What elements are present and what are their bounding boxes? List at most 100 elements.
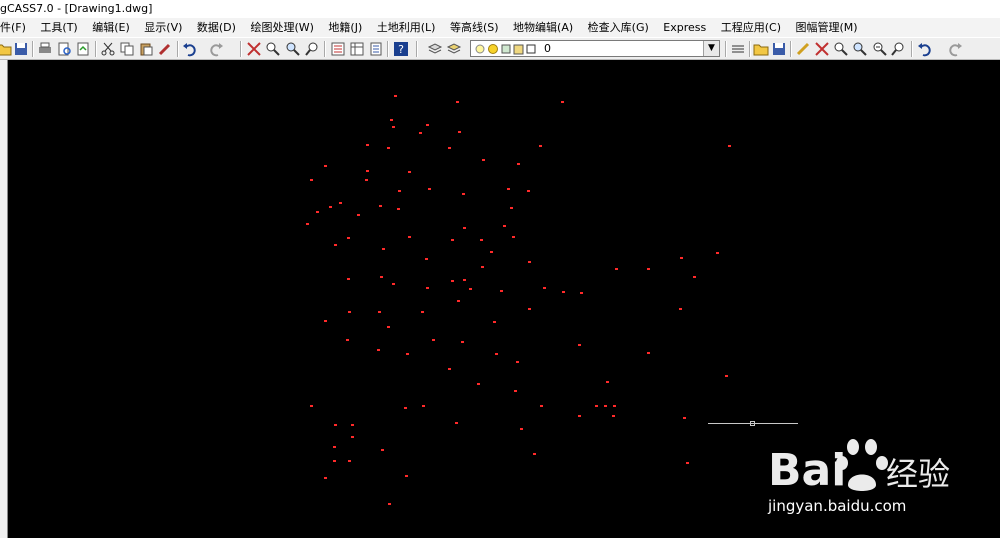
- survey-point: [456, 101, 459, 103]
- survey-point: [357, 214, 360, 216]
- survey-point: [428, 188, 431, 190]
- zoom2-icon[interactable]: [833, 41, 849, 57]
- menu-edit[interactable]: 编辑(E): [86, 18, 135, 37]
- tool-palette-icon[interactable]: [368, 41, 384, 57]
- survey-point: [398, 190, 401, 192]
- survey-point: [426, 124, 429, 126]
- save-icon[interactable]: [13, 41, 29, 57]
- survey-point: [382, 248, 385, 250]
- lineweight-icon[interactable]: [730, 41, 746, 57]
- survey-point: [388, 503, 391, 505]
- survey-point: [490, 251, 493, 253]
- survey-point: [528, 261, 531, 263]
- design-center-icon[interactable]: [349, 41, 365, 57]
- survey-point: [463, 227, 466, 229]
- publish-icon[interactable]: [75, 41, 91, 57]
- cut-icon[interactable]: [100, 41, 116, 57]
- watermark-url: jingyan.baidu.com: [768, 497, 907, 515]
- match-prop-icon[interactable]: [157, 41, 173, 57]
- zoom-out-icon[interactable]: [872, 41, 888, 57]
- survey-point: [377, 349, 380, 351]
- layer-manager-icon[interactable]: [427, 41, 443, 57]
- survey-point: [324, 320, 327, 322]
- survey-point: [543, 287, 546, 289]
- survey-point: [595, 405, 598, 407]
- menu-sheet-manage[interactable]: 图幅管理(M): [789, 18, 862, 37]
- zoom-in-icon[interactable]: [852, 41, 868, 57]
- survey-point: [679, 308, 682, 310]
- pencil-icon[interactable]: [795, 41, 811, 57]
- survey-point: [406, 353, 409, 355]
- survey-point: [451, 239, 454, 241]
- survey-point: [725, 375, 728, 377]
- survey-point: [348, 460, 351, 462]
- undo2-icon[interactable]: [917, 41, 933, 57]
- survey-point: [728, 145, 731, 147]
- print-icon[interactable]: [37, 41, 53, 57]
- paste-icon[interactable]: [138, 41, 154, 57]
- survey-point: [493, 321, 496, 323]
- layer-combo[interactable]: 0 ▼: [470, 40, 720, 57]
- survey-point: [578, 415, 581, 417]
- survey-point: [421, 311, 424, 313]
- menu-file[interactable]: 件(F): [0, 18, 31, 37]
- survey-point: [647, 352, 650, 354]
- survey-point: [481, 266, 484, 268]
- layer-previous-icon[interactable]: [446, 41, 462, 57]
- zoom-realtime-icon[interactable]: [265, 41, 281, 57]
- menu-tools[interactable]: 工具(T): [34, 18, 82, 37]
- open-icon[interactable]: [0, 41, 12, 57]
- survey-point: [693, 276, 696, 278]
- copy-icon[interactable]: [119, 41, 135, 57]
- zoom-prev2-icon[interactable]: [891, 41, 907, 57]
- svg-text:?: ?: [398, 43, 404, 56]
- undo-icon[interactable]: [182, 41, 198, 57]
- survey-point: [680, 257, 683, 259]
- survey-point: [390, 119, 393, 121]
- survey-point: [458, 131, 461, 133]
- survey-point: [366, 170, 369, 172]
- menu-view[interactable]: 显示(V): [138, 18, 187, 37]
- survey-point: [392, 126, 395, 128]
- survey-point: [562, 291, 565, 293]
- survey-point: [514, 390, 517, 392]
- survey-point: [613, 405, 616, 407]
- survey-point: [683, 417, 686, 419]
- survey-point: [333, 460, 336, 462]
- menu-data[interactable]: 数据(D): [191, 18, 241, 37]
- zoom-window-icon[interactable]: [285, 41, 301, 57]
- pan-icon[interactable]: [246, 41, 262, 57]
- survey-point: [647, 268, 650, 270]
- help-icon[interactable]: ?: [393, 41, 409, 57]
- redo-icon[interactable]: [208, 41, 224, 57]
- print-preview-icon[interactable]: [56, 41, 72, 57]
- survey-point: [606, 381, 609, 383]
- properties-icon[interactable]: [330, 41, 346, 57]
- title-bar: gCASS7.0 - [Drawing1.dwg]: [0, 0, 1000, 18]
- menu-draw-process[interactable]: 绘图处理(W): [244, 18, 318, 37]
- chevron-down-icon[interactable]: ▼: [703, 41, 719, 56]
- survey-point: [451, 280, 454, 282]
- survey-point: [503, 225, 506, 227]
- menu-check-import[interactable]: 检查入库(G): [582, 18, 654, 37]
- toolbar: ? 0 ▼: [0, 37, 1000, 60]
- menu-cadastre[interactable]: 地籍(J): [322, 18, 367, 37]
- survey-point: [346, 339, 349, 341]
- survey-point: [408, 171, 411, 173]
- save2-icon[interactable]: [771, 41, 787, 57]
- menu-feature-edit[interactable]: 地物编辑(A): [507, 18, 578, 37]
- survey-point: [334, 244, 337, 246]
- redo2-icon[interactable]: [947, 41, 963, 57]
- menu-express[interactable]: Express: [657, 18, 711, 37]
- zoom-previous-icon[interactable]: [305, 41, 321, 57]
- menu-contour[interactable]: 等高线(S): [444, 18, 504, 37]
- survey-point: [347, 237, 350, 239]
- survey-point: [387, 326, 390, 328]
- survey-point: [540, 405, 543, 407]
- pan2-icon[interactable]: [814, 41, 830, 57]
- menu-land-use[interactable]: 土地利用(L): [371, 18, 441, 37]
- open2-icon[interactable]: [753, 41, 769, 57]
- survey-point: [422, 405, 425, 407]
- menu-engineering[interactable]: 工程应用(C): [715, 18, 786, 37]
- color-swatch-icon: [513, 44, 524, 55]
